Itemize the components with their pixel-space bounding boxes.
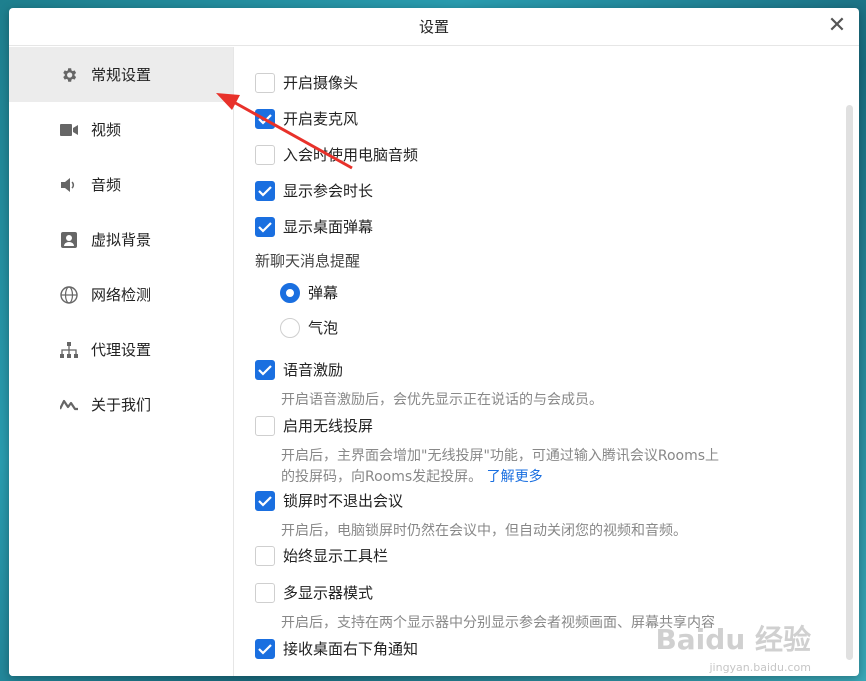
dialog-title: 设置 xyxy=(418,18,449,36)
wireless-desc-line2: 的投屏码，向Rooms发起投屏。 xyxy=(281,469,483,485)
sidebar-item-label: 虚拟背景 xyxy=(91,231,152,249)
wireless-setting[interactable]: 启用无线投屏 xyxy=(255,415,373,436)
video-camera-icon xyxy=(59,120,79,140)
gear-icon xyxy=(59,65,79,85)
sidebar-item-proxy[interactable]: 代理设置 xyxy=(9,322,233,377)
speaker-icon xyxy=(59,175,79,195)
network-tree-icon xyxy=(59,340,79,360)
title-bar: 设置 ✕ xyxy=(9,8,859,46)
sidebar-item-video[interactable]: 视频 xyxy=(9,102,233,157)
notify-checkbox[interactable] xyxy=(255,638,275,659)
voice-motivate-label: 语音激励 xyxy=(283,361,344,379)
pc-audio-checkbox[interactable] xyxy=(255,144,275,165)
lock-stay-desc: 开启后，电脑锁屏时仍然在会议中，但自动关闭您的视频和音频。 xyxy=(281,523,687,539)
sidebar-item-audio[interactable]: 音频 xyxy=(9,157,233,212)
sidebar-item-about[interactable]: 关于我们 xyxy=(9,377,233,432)
camera-setting[interactable]: 开启摄像头 xyxy=(255,72,358,93)
pc-audio-setting[interactable]: 入会时使用电脑音频 xyxy=(255,144,418,165)
mic-setting[interactable]: 开启麦克风 xyxy=(255,108,358,129)
chat-bubble-label: 气泡 xyxy=(308,319,339,337)
toolbar-setting[interactable]: 始终显示工具栏 xyxy=(255,545,388,566)
multi-display-label: 多显示器模式 xyxy=(283,584,374,602)
general-settings-panel: 开启摄像头 开启麦克风 入会时使用电脑音频 显示参会时长 显示桌面弹幕 新聊天消… xyxy=(235,47,859,676)
duration-label: 显示参会时长 xyxy=(283,182,374,200)
danmaku-setting[interactable]: 显示桌面弹幕 xyxy=(255,216,373,237)
sidebar-item-label: 关于我们 xyxy=(91,396,152,414)
duration-checkbox[interactable] xyxy=(255,180,275,201)
settings-dialog: 设置 ✕ 常规设置 视频 音频 虚拟背景 网络检测 代理设置 关于我们 开启摄像… xyxy=(9,8,859,676)
mic-checkbox[interactable] xyxy=(255,108,275,129)
voice-motivate-checkbox[interactable] xyxy=(255,359,275,380)
sidebar-item-general[interactable]: 常规设置 xyxy=(9,47,233,102)
chat-danmaku-radio[interactable] xyxy=(280,282,300,303)
sidebar-item-label: 常规设置 xyxy=(91,66,152,84)
chat-danmaku-label: 弹幕 xyxy=(308,284,339,302)
mic-label: 开启麦克风 xyxy=(283,110,359,128)
chat-danmaku-option[interactable]: 弹幕 xyxy=(280,282,338,303)
pc-audio-label: 入会时使用电脑音频 xyxy=(283,146,419,164)
chat-bubble-option[interactable]: 气泡 xyxy=(280,317,338,338)
watermark: Baidu 经验 xyxy=(655,623,811,656)
scrollbar[interactable] xyxy=(846,105,853,660)
toolbar-label: 始终显示工具栏 xyxy=(283,547,389,565)
watermark-url: jingyan.baidu.com xyxy=(709,661,811,674)
chat-bubble-radio[interactable] xyxy=(280,317,300,338)
portrait-icon xyxy=(59,230,79,250)
sidebar-item-label: 代理设置 xyxy=(91,341,152,359)
logo-icon xyxy=(59,395,79,415)
danmaku-label: 显示桌面弹幕 xyxy=(283,218,374,236)
sidebar-item-label: 视频 xyxy=(91,121,122,139)
sidebar-item-network[interactable]: 网络检测 xyxy=(9,267,233,322)
wireless-desc: 开启后，主界面会增加"无线投屏"功能，可通过输入腾讯会议Rooms上 的投屏码，… xyxy=(281,446,761,488)
voice-motivate-desc: 开启语音激励后，会优先显示正在说话的与会成员。 xyxy=(281,392,603,408)
multi-display-setting[interactable]: 多显示器模式 xyxy=(255,582,373,603)
notify-setting[interactable]: 接收桌面右下角通知 xyxy=(255,638,418,659)
lock-stay-label: 锁屏时不退出会议 xyxy=(283,492,404,510)
close-icon[interactable]: ✕ xyxy=(825,14,849,38)
camera-checkbox[interactable] xyxy=(255,72,275,93)
toolbar-checkbox[interactable] xyxy=(255,545,275,566)
wireless-desc-line1: 开启后，主界面会增加"无线投屏"功能，可通过输入腾讯会议Rooms上 xyxy=(281,448,720,464)
wireless-checkbox[interactable] xyxy=(255,415,275,436)
duration-setting[interactable]: 显示参会时长 xyxy=(255,180,373,201)
lock-stay-setting[interactable]: 锁屏时不退出会议 xyxy=(255,490,403,511)
camera-label: 开启摄像头 xyxy=(283,74,359,92)
lock-stay-checkbox[interactable] xyxy=(255,490,275,511)
sidebar-item-label: 网络检测 xyxy=(91,286,152,304)
voice-motivate-setting[interactable]: 语音激励 xyxy=(255,359,343,380)
chat-reminder-heading: 新聊天消息提醒 xyxy=(255,252,361,270)
globe-icon xyxy=(59,285,79,305)
wireless-label: 启用无线投屏 xyxy=(283,417,374,435)
sidebar: 常规设置 视频 音频 虚拟背景 网络检测 代理设置 关于我们 xyxy=(9,47,234,676)
danmaku-checkbox[interactable] xyxy=(255,216,275,237)
multi-display-checkbox[interactable] xyxy=(255,582,275,603)
sidebar-item-label: 音频 xyxy=(91,176,122,194)
notify-label: 接收桌面右下角通知 xyxy=(283,640,419,658)
learn-more-link[interactable]: 了解更多 xyxy=(487,469,543,485)
sidebar-item-virtual-bg[interactable]: 虚拟背景 xyxy=(9,212,233,267)
